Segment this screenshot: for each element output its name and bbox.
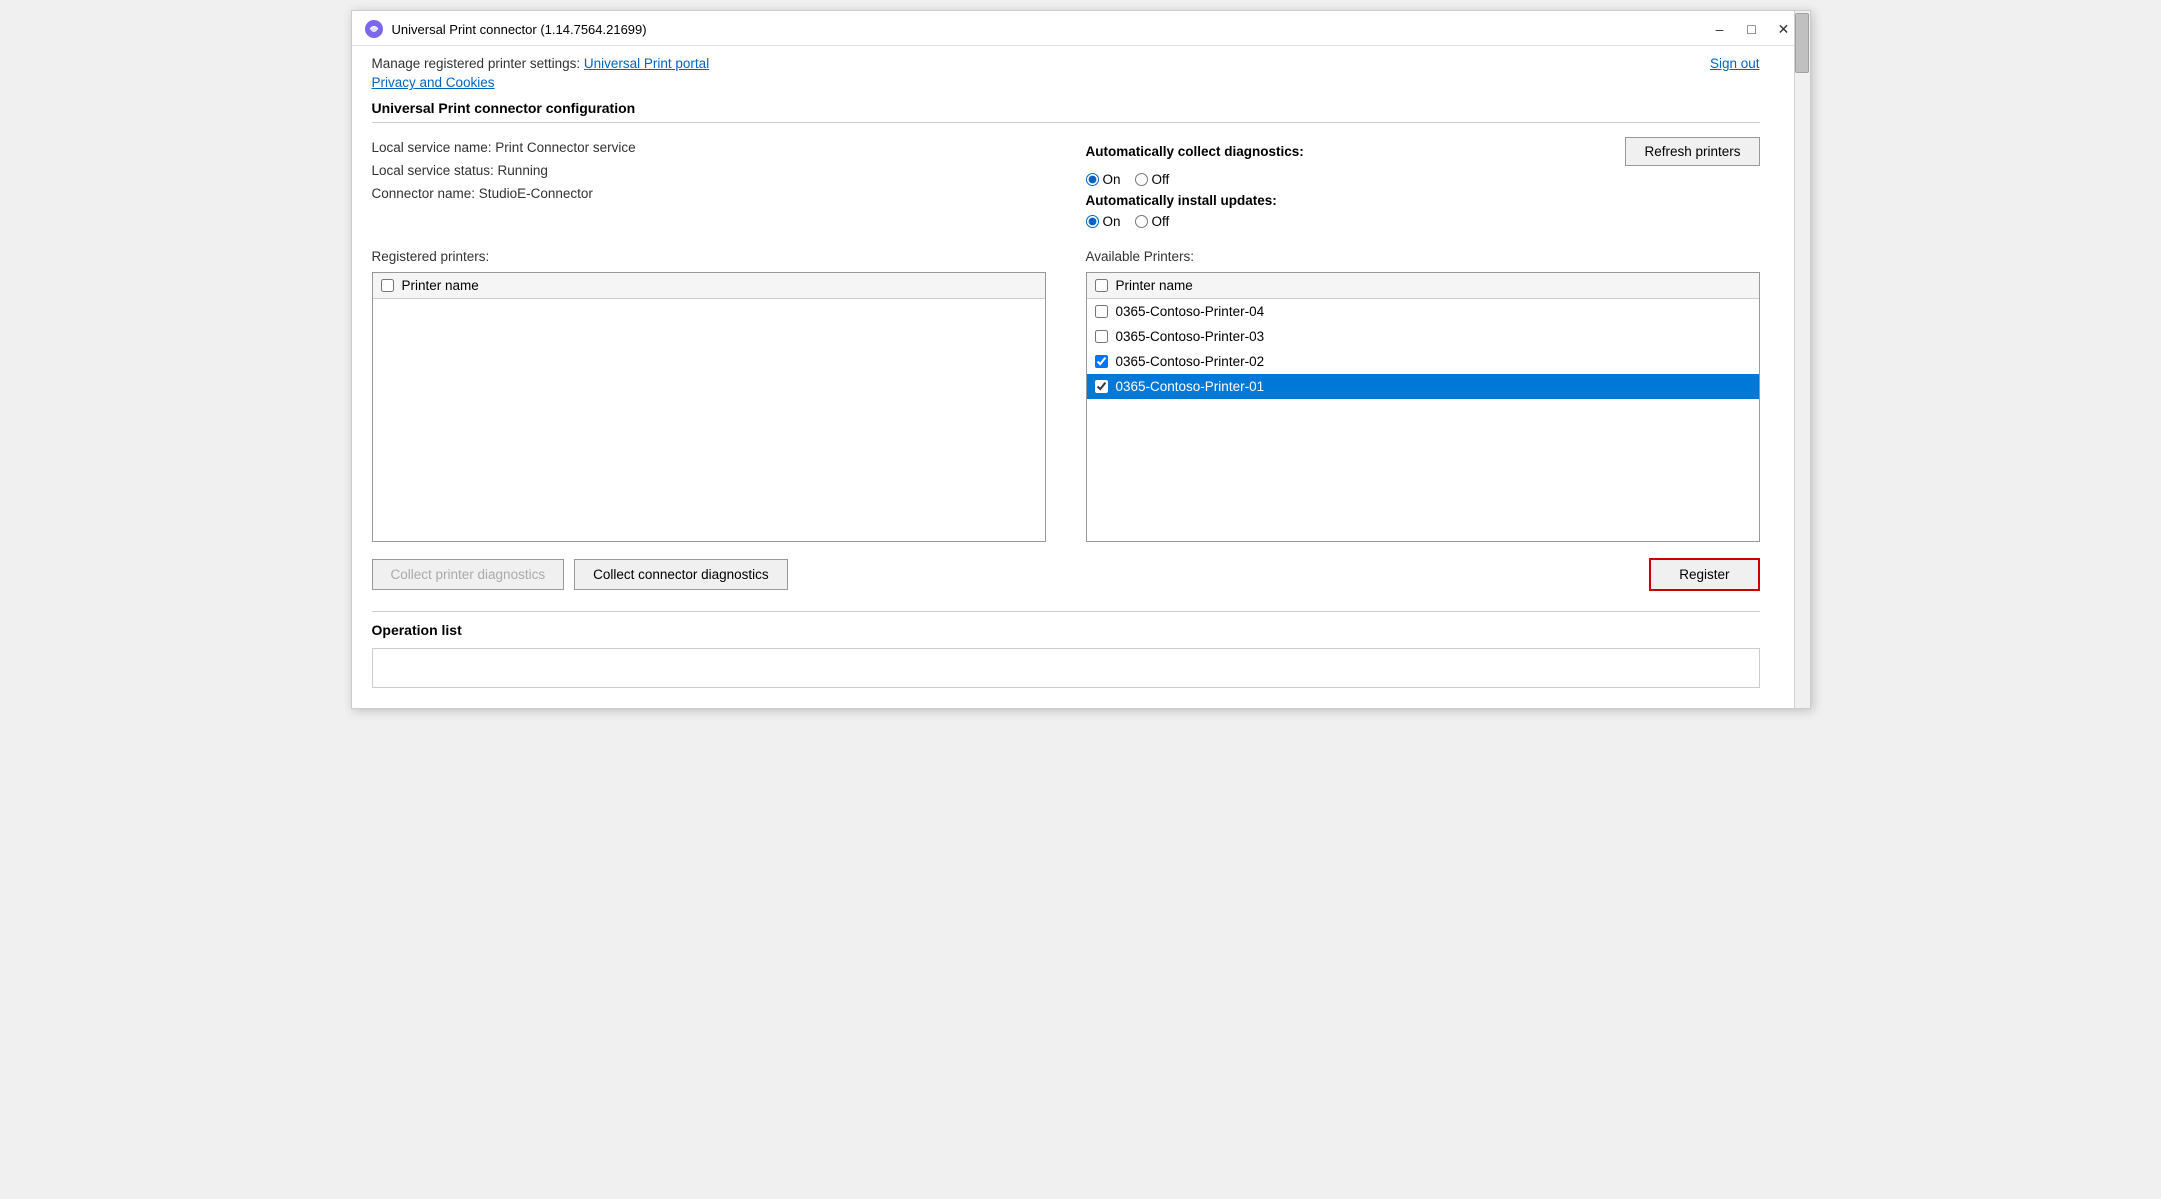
registered-printers-header: Printer name xyxy=(373,273,1045,299)
available-printers-body: 0365-Contoso-Printer-04 0365-Contoso-Prin… xyxy=(1087,299,1759,529)
config-left: Local service name: Print Connector serv… xyxy=(372,137,1046,229)
available-printers-list: Printer name 0365-Contoso-Printer-040365… xyxy=(1086,272,1760,542)
title-bar-controls: – □ ✕ xyxy=(1706,19,1798,39)
available-printer-checkbox[interactable] xyxy=(1095,355,1108,368)
content-area: Universal Print connector configuration … xyxy=(352,90,1810,708)
app-icon xyxy=(364,19,384,39)
available-printer-row[interactable]: 0365-Contoso-Printer-02 xyxy=(1087,349,1759,374)
config-right: Automatically collect diagnostics: Refre… xyxy=(1086,137,1760,229)
registered-printers-body xyxy=(373,299,1045,529)
available-printers-label: Available Printers: xyxy=(1086,249,1760,264)
scrollbar[interactable] xyxy=(1794,11,1810,708)
registered-printers-panel: Registered printers: Printer name xyxy=(372,249,1046,542)
config-section-title: Universal Print connector configuration xyxy=(372,100,1760,123)
printers-section: Registered printers: Printer name Availa… xyxy=(372,249,1760,542)
auto-collect-radios: On Off xyxy=(1086,172,1760,187)
privacy-link[interactable]: Privacy and Cookies xyxy=(372,75,710,90)
connector-name: Connector name: StudioE-Connector xyxy=(372,183,1046,206)
maximize-button[interactable]: □ xyxy=(1738,19,1766,39)
available-printer-name: 0365-Contoso-Printer-04 xyxy=(1116,304,1265,319)
registered-select-all-checkbox[interactable] xyxy=(381,279,394,292)
registered-printers-label: Registered printers: xyxy=(372,249,1046,264)
portal-link[interactable]: Universal Print portal xyxy=(584,56,709,71)
main-window: Universal Print connector (1.14.7564.216… xyxy=(351,10,1811,709)
available-printer-row[interactable]: 0365-Contoso-Printer-01 xyxy=(1087,374,1759,399)
refresh-printers-button[interactable]: Refresh printers xyxy=(1625,137,1759,166)
available-printers-panel: Available Printers: Printer name 0365-Co… xyxy=(1086,249,1760,542)
auto-collect-row: Automatically collect diagnostics: Refre… xyxy=(1086,137,1760,166)
service-status: Local service status: Running xyxy=(372,160,1046,183)
auto-install-label: Automatically install updates: xyxy=(1086,193,1760,208)
operation-section: Operation list xyxy=(372,611,1760,688)
auto-collect-off-radio[interactable]: Off xyxy=(1135,172,1170,187)
buttons-row: Collect printer diagnostics Collect conn… xyxy=(372,558,1760,591)
operation-list-title: Operation list xyxy=(372,622,1760,638)
available-printer-name: 0365-Contoso-Printer-01 xyxy=(1116,379,1265,394)
title-bar-left: Universal Print connector (1.14.7564.216… xyxy=(364,19,647,39)
available-printer-checkbox[interactable] xyxy=(1095,305,1108,318)
auto-install-off-radio[interactable]: Off xyxy=(1135,214,1170,229)
auto-collect-label: Automatically collect diagnostics: xyxy=(1086,144,1304,159)
auto-collect-block: Automatically collect diagnostics: Refre… xyxy=(1086,137,1760,187)
registered-printers-list: Printer name xyxy=(372,272,1046,542)
registered-printers-header-label: Printer name xyxy=(402,278,479,293)
title-bar: Universal Print connector (1.14.7564.216… xyxy=(352,11,1810,46)
operation-list-box xyxy=(372,648,1760,688)
btn-group-left: Collect printer diagnostics Collect conn… xyxy=(372,559,788,590)
scrollbar-thumb[interactable] xyxy=(1795,13,1809,73)
available-printer-name: 0365-Contoso-Printer-03 xyxy=(1116,329,1265,344)
auto-collect-on-radio[interactable]: On xyxy=(1086,172,1121,187)
minimize-button[interactable]: – xyxy=(1706,19,1734,39)
available-printer-row[interactable]: 0365-Contoso-Printer-03 xyxy=(1087,324,1759,349)
available-printers-header: Printer name xyxy=(1087,273,1759,299)
window-title: Universal Print connector (1.14.7564.216… xyxy=(392,22,647,37)
diag-section: Automatically collect diagnostics: Refre… xyxy=(1086,137,1760,229)
available-printer-name: 0365-Contoso-Printer-02 xyxy=(1116,354,1265,369)
available-printer-row[interactable]: 0365-Contoso-Printer-04 xyxy=(1087,299,1759,324)
manage-text: Manage registered printer settings: Univ… xyxy=(372,56,710,71)
top-bar: Manage registered printer settings: Univ… xyxy=(352,46,1810,90)
collect-printer-diag-button[interactable]: Collect printer diagnostics xyxy=(372,559,565,590)
available-printer-checkbox[interactable] xyxy=(1095,330,1108,343)
collect-connector-diag-button[interactable]: Collect connector diagnostics xyxy=(574,559,788,590)
auto-install-on-radio[interactable]: On xyxy=(1086,214,1121,229)
auto-install-radios: On Off xyxy=(1086,214,1760,229)
available-printers-header-label: Printer name xyxy=(1116,278,1193,293)
register-button[interactable]: Register xyxy=(1649,558,1759,591)
config-section: Local service name: Print Connector serv… xyxy=(372,137,1760,229)
available-select-all-checkbox[interactable] xyxy=(1095,279,1108,292)
sign-out-link[interactable]: Sign out xyxy=(1710,56,1790,71)
top-links: Manage registered printer settings: Univ… xyxy=(372,56,710,90)
service-name: Local service name: Print Connector serv… xyxy=(372,137,1046,160)
available-printer-checkbox[interactable] xyxy=(1095,380,1108,393)
auto-install-block: Automatically install updates: On Off xyxy=(1086,193,1760,229)
